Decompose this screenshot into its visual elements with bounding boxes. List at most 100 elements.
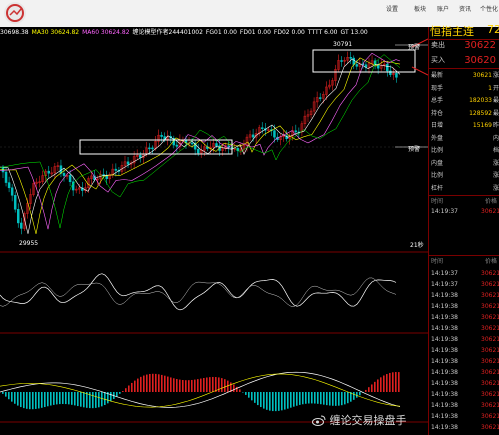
- high-price-label: 30791: [333, 41, 353, 48]
- candle-body: [349, 57, 352, 59]
- indicator-item: 缠论模型作者244401002: [132, 29, 203, 36]
- tick-time: 14:19:38: [431, 413, 458, 420]
- menu-news[interactable]: 资讯: [459, 4, 471, 13]
- macd-bar: [386, 374, 388, 392]
- tick-price: 30621: [481, 369, 499, 376]
- macd-bar: [245, 392, 247, 395]
- macd-bar: [317, 392, 319, 404]
- macd-bar: [38, 392, 40, 409]
- quote-label: 总手: [431, 97, 444, 104]
- quote-tail: 最: [493, 109, 499, 117]
- candle-body: [355, 64, 359, 67]
- macd-bar: [380, 377, 382, 392]
- tick-row: 14:19:38 30621: [429, 356, 499, 367]
- candle-body: [4, 171, 8, 183]
- logo-icon: [6, 4, 24, 22]
- sell-row[interactable]: 卖出 30622: [429, 40, 499, 51]
- tick-row: 14:19:37 30621: [429, 206, 499, 217]
- menu-account[interactable]: 账户: [437, 4, 449, 13]
- tick-price: 30621: [481, 413, 499, 420]
- ma-line: [0, 58, 401, 234]
- macd-bar: [143, 375, 145, 392]
- sell-price: 30622: [464, 40, 496, 51]
- indicator-item: MA30 30624.82: [31, 29, 80, 36]
- macd-bar: [284, 392, 286, 410]
- buy-row[interactable]: 买入 30620: [429, 55, 499, 66]
- candle-body: [62, 173, 66, 176]
- macd-bar: [224, 379, 226, 392]
- macd-bar: [314, 392, 316, 404]
- macd-bar: [188, 380, 190, 392]
- macd-bar: [335, 392, 337, 406]
- macd-bar: [209, 377, 211, 392]
- tick-price: 30621: [481, 303, 499, 310]
- macd-bar: [5, 392, 7, 397]
- macd-bar: [173, 378, 175, 392]
- macd-bar: [98, 392, 100, 408]
- macd-bar: [395, 372, 397, 392]
- tick-time: 14:19:38: [431, 358, 458, 365]
- tick-price: 30621: [481, 208, 499, 215]
- macd-bar: [305, 392, 307, 404]
- quote-panel: 恒指主连 72 卖出 30622 买入 30620 最新 30621 涨现手 1 开总手…: [428, 23, 499, 435]
- indicator-item: 30698.38: [0, 29, 29, 36]
- tick-time: 14:19:38: [431, 292, 458, 299]
- macd-bar: [281, 392, 283, 411]
- macd-bar: [212, 376, 214, 392]
- menu-settings[interactable]: 设置: [386, 4, 398, 13]
- macd-bar: [299, 392, 301, 405]
- candle-body: [190, 142, 194, 145]
- quote-tail: 涨: [493, 72, 499, 79]
- quote-tail: 昨: [493, 122, 499, 129]
- indicator-item: FG01 0.00: [205, 29, 237, 36]
- tick-price: 30621: [481, 402, 499, 409]
- divider: [429, 68, 499, 69]
- menu-sectors[interactable]: 板块: [414, 4, 426, 13]
- tick-time: 14:19:38: [431, 424, 458, 431]
- indicator-item: FD02 0.00: [273, 29, 305, 36]
- candle-body: [175, 144, 179, 147]
- quote-tail: 涨: [493, 184, 499, 192]
- macd-bar: [311, 392, 313, 404]
- quote-label: 杠杆: [431, 184, 444, 192]
- menu-personalize[interactable]: 个性化: [480, 4, 499, 13]
- quote-tail: 内: [493, 134, 499, 142]
- tick-time: 14:19:38: [431, 336, 458, 343]
- macd-bar: [122, 391, 124, 392]
- candle-body: [215, 143, 218, 147]
- tick-price: 30621: [481, 325, 499, 332]
- macd-bar: [191, 379, 193, 392]
- quote-row: 总手 182033 最: [429, 95, 499, 106]
- app-logo[interactable]: [4, 2, 26, 24]
- macd-bar: [203, 378, 205, 392]
- tick-time: 14:19:37: [431, 281, 458, 288]
- tick-price: 30621: [481, 314, 499, 321]
- tick-row: 14:19:38 30621: [429, 312, 499, 323]
- candle-body: [395, 73, 398, 78]
- candle-body: [261, 127, 264, 129]
- candle-body: [126, 161, 130, 165]
- kline-chart[interactable]: [0, 27, 428, 435]
- macd-bar: [293, 392, 295, 407]
- macd-bar: [374, 381, 376, 392]
- macd-bar: [140, 376, 142, 392]
- watermark-text: 缠论交易操盘手: [329, 414, 407, 427]
- macd-bar: [383, 375, 385, 392]
- quote-row: 最新 30621 涨: [429, 70, 499, 81]
- tick-price: 30621: [481, 281, 499, 288]
- macd-bar: [53, 392, 55, 405]
- candle-body: [196, 148, 200, 154]
- macd-bar: [269, 392, 271, 411]
- quote-label: 最新: [431, 72, 444, 79]
- candle-body: [139, 154, 142, 158]
- tick-price: 30621: [481, 424, 499, 431]
- tick-time: 14:19:38: [431, 325, 458, 332]
- macd-bar: [398, 372, 400, 392]
- buy-label: 买入: [431, 56, 445, 64]
- tick-price: 30621: [481, 358, 499, 365]
- macd-bar: [185, 380, 187, 392]
- tick-header-price: 价格: [485, 198, 498, 205]
- macd-bar: [320, 392, 322, 405]
- tick-header-time: 时间: [431, 198, 444, 205]
- candle-body: [294, 130, 298, 133]
